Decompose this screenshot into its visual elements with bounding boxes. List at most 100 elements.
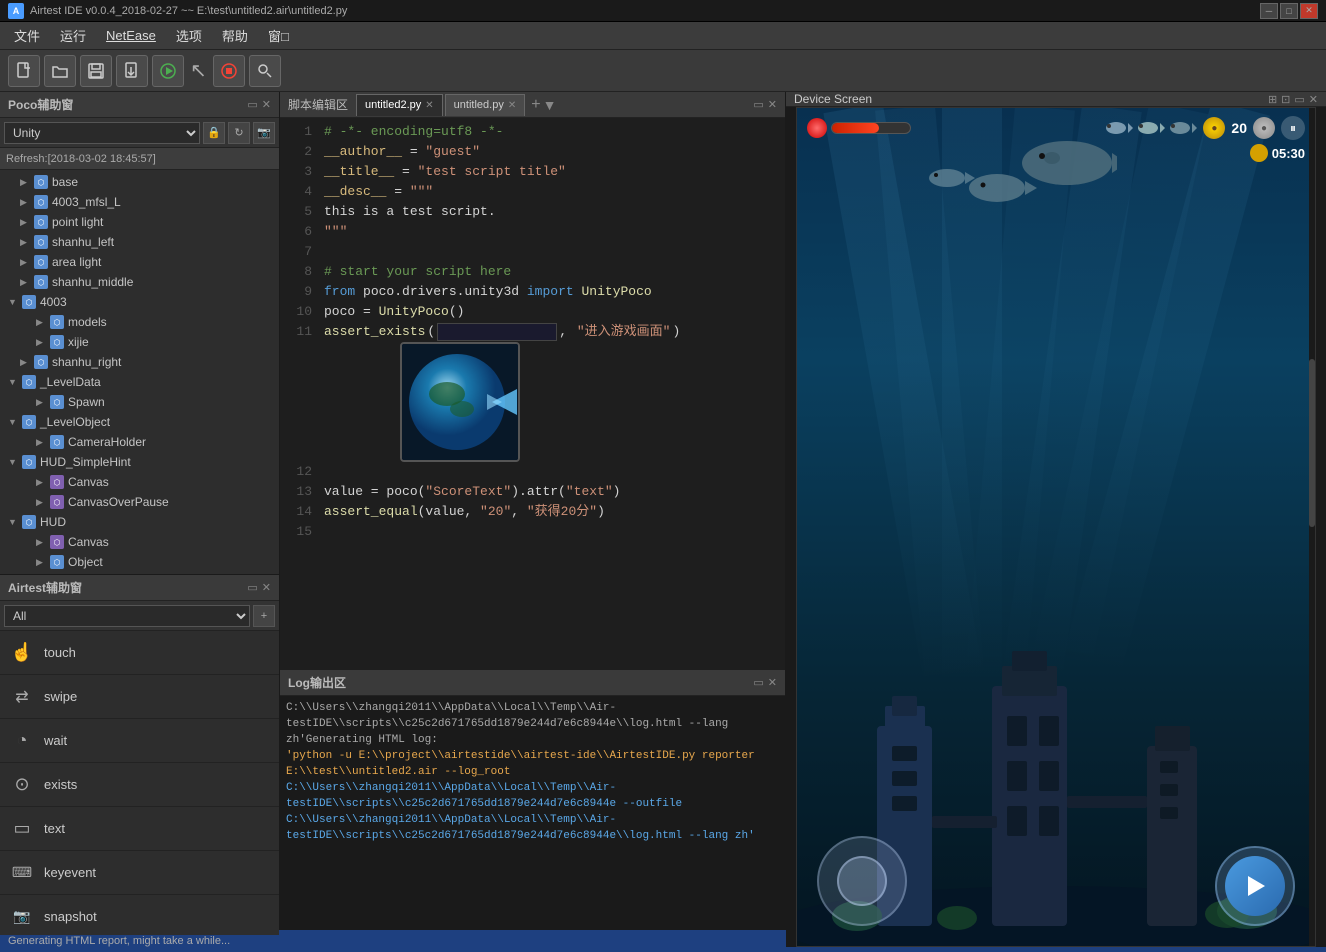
- tab-untitled2[interactable]: untitled2.py ✕: [356, 94, 443, 116]
- action-button[interactable]: [1215, 846, 1295, 926]
- editor-close-icon[interactable]: ✕: [768, 98, 777, 111]
- tab-untitled-close[interactable]: ✕: [508, 100, 516, 111]
- node-icon: ⬡: [34, 195, 48, 209]
- code-line-12: 12: [280, 462, 785, 482]
- maximize-btn[interactable]: □: [1280, 3, 1298, 19]
- log-minimize-icon[interactable]: ▭: [753, 676, 763, 689]
- center-panel: 脚本编辑区 untitled2.py ✕ untitled.py ✕ + ▼ ▭: [280, 92, 786, 930]
- tree-item-pointlight[interactable]: ▶ ⬡ point light: [0, 212, 279, 232]
- device-minimize-icon[interactable]: ▭: [1294, 93, 1304, 106]
- code-line-4: 4 __desc__ = """: [280, 182, 785, 202]
- menu-file[interactable]: 文件: [4, 22, 50, 49]
- tree-item-hud[interactable]: ▼ ⬡ HUD: [0, 512, 279, 532]
- joystick[interactable]: [817, 836, 907, 926]
- device-panel-icons: ⊞ ⊡ ▭ ✕: [1268, 93, 1318, 106]
- editor-area[interactable]: 1 # -*- encoding=utf8 -*- 2 __author__ =…: [280, 118, 785, 670]
- tab-nav-btn[interactable]: ▼: [543, 97, 557, 113]
- tree-item-canvas2[interactable]: ▶ ⬡ Canvas: [0, 532, 279, 552]
- window-controls: ─ □ ✕: [1260, 3, 1318, 19]
- run-btn[interactable]: [152, 55, 184, 87]
- expand-icon: ▶: [36, 437, 48, 448]
- tree-item-canvasoverpause[interactable]: ▶ ⬡ CanvasOverPause: [0, 492, 279, 512]
- tree-item-shanhu-left[interactable]: ▶ ⬡ shanhu_left: [0, 232, 279, 252]
- search-code-btn[interactable]: [249, 55, 281, 87]
- tree-item-shanhu-middle[interactable]: ▶ ⬡ shanhu_middle: [0, 272, 279, 292]
- tree-item-arealight[interactable]: ▶ ⬡ area light: [0, 252, 279, 272]
- tree-label: shanhu_right: [52, 355, 121, 369]
- airtest-add-btn[interactable]: +: [253, 605, 275, 627]
- tabs-area: untitled2.py ✕ untitled.py ✕ + ▼: [356, 94, 753, 116]
- game-hud-top: ● 20 ● ⏸: [797, 116, 1315, 140]
- device-icon1[interactable]: ⊞: [1268, 93, 1277, 106]
- cursor-icon: ↖: [188, 58, 209, 83]
- helper-wait[interactable]: ◔ wait: [0, 719, 279, 763]
- tree-item-canvas1[interactable]: ▶ ⬡ Canvas: [0, 472, 279, 492]
- timer-badge: 05:30: [1250, 144, 1305, 162]
- tree-item-levelobject[interactable]: ▼ ⬡ _LevelObject: [0, 412, 279, 432]
- open-file-btn[interactable]: [44, 55, 76, 87]
- menubar: 文件 运行 NetEase 选项 帮助 窗□: [0, 22, 1326, 50]
- tree-item-4003mfsl[interactable]: ▶ ⬡ 4003_mfsl_L: [0, 192, 279, 212]
- tab-untitled[interactable]: untitled.py ✕: [445, 94, 526, 116]
- log-close-icon[interactable]: ✕: [768, 676, 777, 689]
- app-icon: A: [8, 3, 24, 19]
- tab-add-btn[interactable]: +: [531, 96, 540, 114]
- tree-item-base[interactable]: ▶ ⬡ base: [0, 172, 279, 192]
- minimize-btn[interactable]: ─: [1260, 3, 1278, 19]
- expand-icon: ▶: [36, 397, 48, 408]
- editor-panel-icons: ▭ ✕: [753, 98, 777, 111]
- snapshot-icon: 📷: [10, 905, 34, 929]
- menu-window[interactable]: 窗□: [258, 22, 299, 49]
- device-icon2[interactable]: ⊡: [1281, 93, 1290, 106]
- tab-untitled2-close[interactable]: ✕: [425, 100, 433, 111]
- helper-touch[interactable]: ☝ touch: [0, 631, 279, 675]
- save-btn[interactable]: [80, 55, 112, 87]
- poco-lock-btn[interactable]: 🔒: [203, 122, 225, 144]
- health-icon: [807, 118, 827, 138]
- editor-minimize-icon[interactable]: ▭: [753, 98, 763, 111]
- airtest-close-icon[interactable]: ✕: [262, 581, 271, 594]
- poco-tree[interactable]: ▶ ⬡ base ▶ ⬡ 4003_mfsl_L ▶ ⬡ point light…: [0, 170, 279, 574]
- menu-help[interactable]: 帮助: [212, 22, 258, 49]
- stop-btn[interactable]: [213, 55, 245, 87]
- tree-item-cameraholder[interactable]: ▶ ⬡ CameraHolder: [0, 432, 279, 452]
- export-btn[interactable]: [116, 55, 148, 87]
- tree-label: shanhu_left: [52, 235, 114, 249]
- tree-item-models[interactable]: ▶ ⬡ models: [0, 312, 279, 332]
- menu-netease[interactable]: NetEase: [96, 24, 166, 47]
- helper-exists[interactable]: ⊙ exists: [0, 763, 279, 807]
- tree-item-hudsimplehint[interactable]: ▼ ⬡ HUD_SimpleHint: [0, 452, 279, 472]
- menu-options[interactable]: 选项: [166, 22, 212, 49]
- poco-refresh-btn[interactable]: ↻: [228, 122, 250, 144]
- helper-swipe[interactable]: ⇄ swipe: [0, 675, 279, 719]
- tree-item-object[interactable]: ▶ ⬡ Object: [0, 552, 279, 572]
- helper-snapshot[interactable]: 📷 snapshot: [0, 895, 279, 935]
- tree-label: CameraHolder: [68, 435, 146, 449]
- tree-item-leveldata[interactable]: ▼ ⬡ _LevelData: [0, 372, 279, 392]
- pause-btn[interactable]: ⏸: [1281, 116, 1305, 140]
- poco-panel-header: Poco辅助窗 ▭ ✕: [0, 92, 279, 118]
- tree-item-xijie[interactable]: ▶ ⬡ xijie: [0, 332, 279, 352]
- poco-close-icon[interactable]: ✕: [262, 98, 271, 111]
- expand-icon: ▶: [20, 237, 32, 248]
- airtest-minimize-icon[interactable]: ▭: [247, 581, 257, 594]
- log-line-1: C:\\Users\\zhangqi2011\\AppData\\Local\\…: [286, 700, 779, 748]
- node-icon: ⬡: [22, 455, 36, 469]
- code-line-11: 11 assert_exists(: [280, 322, 785, 342]
- airtest-filter-select[interactable]: All: [4, 605, 250, 627]
- tree-item-4003[interactable]: ▼ ⬡ 4003: [0, 292, 279, 312]
- poco-screenshot-btn[interactable]: 📷: [253, 122, 275, 144]
- menu-run[interactable]: 运行: [50, 22, 96, 49]
- tree-item-shanhu-right[interactable]: ▶ ⬡ shanhu_right: [0, 352, 279, 372]
- log-content[interactable]: C:\\Users\\zhangqi2011\\AppData\\Local\\…: [280, 696, 785, 930]
- helper-keyevent[interactable]: ⌨ keyevent: [0, 851, 279, 895]
- new-file-btn[interactable]: [8, 55, 40, 87]
- node-icon: ⬡: [50, 555, 64, 569]
- node-icon: ⬡: [22, 375, 36, 389]
- poco-minimize-icon[interactable]: ▭: [247, 98, 257, 111]
- tree-item-spawn[interactable]: ▶ ⬡ Spawn: [0, 392, 279, 412]
- close-btn[interactable]: ✕: [1300, 3, 1318, 19]
- device-close-icon[interactable]: ✕: [1309, 93, 1318, 106]
- poco-mode-select[interactable]: Unity Android iOS: [4, 122, 200, 144]
- helper-text[interactable]: ▭ text: [0, 807, 279, 851]
